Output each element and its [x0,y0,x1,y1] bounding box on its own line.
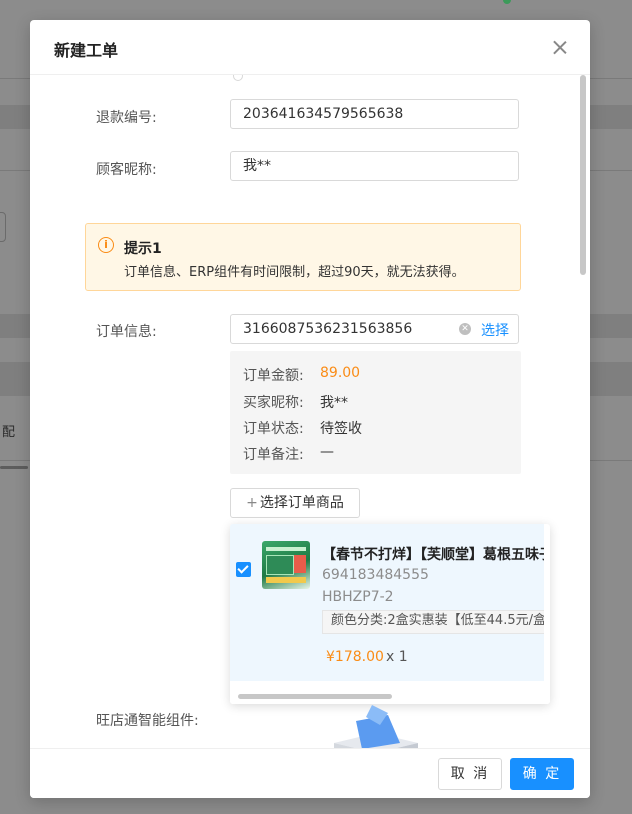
bg-button [0,212,6,242]
goods-checkbox[interactable] [236,562,251,577]
order-detail-panel: 订单金额: 89.00 买家昵称: 我** 订单状态: 待签收 订单备注: — [230,351,521,474]
order-status-label: 订单状态: [243,421,304,437]
select-goods-button[interactable]: + 选择订单商品 [230,488,360,518]
cancel-button[interactable]: 取 消 [438,758,502,790]
goods-qty: x 1 [386,649,408,665]
horizontal-scroll-track [230,681,550,704]
vertical-scrollbar[interactable] [580,75,586,275]
buyer-nick-label: 买家昵称: [243,395,304,411]
goods-spec: 颜色分类:2盒实惠装【低至44.5元/盒】 [322,610,544,634]
bg-text: 配 [2,425,16,440]
clear-icon[interactable]: ✕ [459,323,471,335]
goods-item[interactable]: 【春节不打烊】【芙顺堂】葛根五味子 694183484555 HBHZP7-2 … [230,524,544,681]
refund-no-label: 退款编号: [96,110,157,126]
customer-nick-input[interactable]: 我** [230,151,519,181]
goods-sku: HBHZP7-2 [322,589,394,605]
buyer-nick-value: 我** [320,395,348,411]
confirm-button[interactable]: 确 定 [510,758,574,790]
wangdian-label: 旺店通智能组件: [96,713,199,729]
modal-footer: 取 消 确 定 [30,748,590,798]
order-info-label: 订单信息: [96,324,157,340]
close-icon[interactable] [551,38,569,56]
select-order-link[interactable]: 选择 [481,320,509,340]
status-dot [503,0,511,4]
order-amount-value: 89.00 [320,365,361,381]
modal-header: 新建工单 [30,20,590,75]
plus-icon: + [246,495,258,511]
empty-box-icon [334,705,418,748]
goods-thumbnail [262,541,310,589]
bg-scrollbar [0,466,28,469]
select-goods-label: 选择订单商品 [259,495,344,511]
modal-body[interactable]: 退款编号: 203641634579565638 顾客昵称: 我** i 提示1… [30,75,590,748]
order-status-value: 待签收 [320,421,362,437]
modal-title: 新建工单 [54,41,119,60]
notice-box: i 提示1 订单信息、ERP组件有时间限制，超过90天，就无法获得。 [85,223,521,291]
order-amount-label: 订单金额: [243,368,304,384]
goods-price: ¥178.00 [326,649,384,665]
new-ticket-modal: 新建工单 退款编号: 203641634579565638 顾客昵称: 我** … [30,20,590,798]
goods-name: 【春节不打烊】【芙顺堂】葛根五味子 [322,547,544,563]
order-no-input[interactable]: 3166087536231563856 [230,314,519,344]
info-icon: i [98,237,114,253]
notice-text: 订单信息、ERP组件有时间限制，超过90天，就无法获得。 [124,265,465,280]
horizontal-scrollbar[interactable] [238,694,392,699]
order-remark-value: — [320,444,334,460]
radio-icon [233,75,243,81]
customer-nick-label: 顾客昵称: [96,162,157,178]
refund-no-input[interactable]: 203641634579565638 [230,99,519,129]
notice-title: 提示1 [124,241,162,257]
goods-id: 694183484555 [322,567,429,583]
order-remark-label: 订单备注: [243,447,304,463]
goods-dropdown[interactable]: 【春节不打烊】【芙顺堂】葛根五味子 694183484555 HBHZP7-2 … [230,524,550,704]
